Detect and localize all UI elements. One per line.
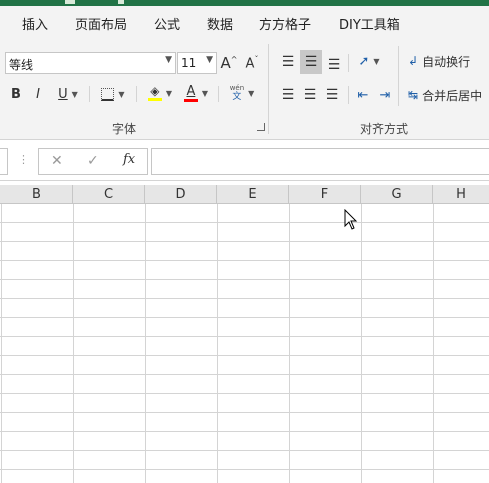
alignment-group-label: 对齐方式	[360, 122, 409, 136]
divider	[398, 46, 399, 106]
column-header-b[interactable]: B	[1, 185, 73, 204]
font-group-label: 字体	[112, 122, 137, 136]
column-header-row: B C D E F G H	[0, 185, 489, 204]
tab-page-layout[interactable]: 页面布局	[75, 14, 127, 33]
formula-input[interactable]	[151, 148, 489, 175]
font-name-value: 等线	[9, 58, 34, 72]
align-middle-button[interactable]: ☰	[300, 50, 322, 74]
decrease-indent-button[interactable]: ⇤	[353, 84, 373, 106]
merge-cells-icon: ↹	[408, 88, 419, 102]
align-right-icon: ☰	[325, 87, 339, 103]
divider	[348, 86, 349, 104]
increase-font-size-button[interactable]: A^	[219, 52, 239, 74]
name-box[interactable]	[0, 148, 8, 175]
borders-button[interactable]: ▼	[96, 84, 130, 104]
tab-fangfang-gezi[interactable]: 方方格子	[259, 14, 311, 33]
divider	[136, 86, 137, 102]
column-header-c[interactable]: C	[73, 185, 145, 204]
tab-data[interactable]: 数据	[207, 14, 233, 33]
font-color-icon: A	[183, 84, 198, 102]
bold-button[interactable]: B	[8, 84, 24, 104]
font-size-value: 11	[181, 56, 197, 70]
column-header-d[interactable]: D	[145, 185, 217, 204]
text-orientation-icon: ➚	[358, 53, 370, 69]
align-left-button[interactable]: ☰	[278, 84, 298, 106]
title-bar-detail	[65, 0, 75, 4]
group-divider	[268, 44, 269, 134]
ribbon-tabs: 插入 页面布局 公式 数据 方方格子 DIY工具箱	[0, 6, 489, 40]
chevron-down-icon: ▼	[165, 88, 173, 98]
chevron-down-icon: ▼	[248, 88, 255, 98]
align-top-button[interactable]: ☰	[278, 50, 298, 74]
merge-center-button[interactable]: ↹ 合并后居中	[408, 84, 489, 106]
align-bottom-icon: ☰	[327, 57, 341, 73]
italic-button[interactable]: I	[30, 84, 46, 104]
align-right-button[interactable]: ☰	[322, 84, 342, 106]
underline-icon: U	[58, 86, 68, 102]
merge-center-label: 合并后居中	[422, 88, 483, 103]
column-header-f[interactable]: F	[289, 185, 361, 204]
underline-button[interactable]: U ▼	[52, 84, 84, 104]
chevron-down-icon: ▼	[201, 88, 209, 98]
column-header-g[interactable]: G	[361, 185, 433, 204]
align-center-icon: ☰	[303, 87, 317, 103]
divider	[348, 54, 349, 72]
wrap-text-label: 自动换行	[422, 54, 471, 69]
title-bar-detail	[118, 0, 124, 4]
decrease-indent-icon: ⇤	[357, 87, 369, 103]
decrease-font-size-button[interactable]: Aˇ	[242, 52, 262, 74]
tab-diy-toolbox[interactable]: DIY工具箱	[339, 14, 400, 33]
phonetic-icon: wén 文	[229, 84, 245, 102]
column-header-h[interactable]: H	[433, 185, 489, 204]
orientation-button[interactable]: ➚ ▼	[353, 50, 385, 72]
chevron-down-icon: ▼	[373, 56, 380, 66]
increase-indent-button[interactable]: ⇥	[375, 84, 395, 106]
chevron-down-icon: ▼	[165, 55, 172, 65]
chevron-down-icon: ▼	[71, 89, 78, 99]
phonetic-guide-button[interactable]: wén 文 ▼	[224, 82, 260, 104]
enter-icon[interactable]: ✓	[87, 153, 99, 169]
chevron-down-icon: ▼	[206, 55, 213, 65]
tab-formulas[interactable]: 公式	[154, 14, 180, 33]
divider	[218, 86, 219, 102]
align-middle-icon: ☰	[304, 54, 318, 70]
formula-bar: ⋮ ✕ ✓ fx	[0, 141, 489, 181]
resize-handle-icon[interactable]: ⋮	[18, 153, 29, 166]
font-shrink-icon: Aˇ	[245, 54, 259, 72]
paint-bucket-icon: ◈	[147, 85, 162, 101]
ribbon: 等线 ▼ 11 ▼ A^ Aˇ B I U ▼ ▼ ◈ ▼ A ▼ wén 文 …	[0, 40, 489, 140]
fill-color-button[interactable]: ◈ ▼	[143, 82, 177, 104]
borders-icon	[101, 87, 115, 101]
wrap-text-button[interactable]: ↲ 自动换行	[408, 50, 489, 72]
wrap-text-icon: ↲	[408, 54, 419, 68]
cell-grid[interactable]	[0, 185, 489, 483]
font-grow-icon: A^	[220, 54, 238, 72]
divider	[89, 86, 90, 102]
insert-function-icon[interactable]: fx	[123, 152, 135, 167]
font-size-select[interactable]: 11 ▼	[177, 52, 217, 74]
mouse-cursor-icon	[344, 209, 358, 230]
align-left-icon: ☰	[281, 87, 295, 103]
increase-indent-icon: ⇥	[379, 87, 391, 103]
align-bottom-button[interactable]: ☰	[324, 54, 344, 76]
font-name-select[interactable]: 等线 ▼	[5, 52, 176, 74]
chevron-down-icon: ▼	[118, 89, 125, 99]
align-top-icon: ☰	[281, 54, 295, 70]
font-color-button[interactable]: A ▼	[179, 82, 213, 104]
column-header-e[interactable]: E	[217, 185, 289, 204]
align-center-button[interactable]: ☰	[300, 84, 320, 106]
font-dialog-launcher-icon[interactable]	[257, 123, 265, 131]
tab-insert[interactable]: 插入	[22, 14, 48, 33]
cancel-icon[interactable]: ✕	[51, 153, 63, 169]
formula-buttons: ✕ ✓ fx	[38, 148, 148, 175]
